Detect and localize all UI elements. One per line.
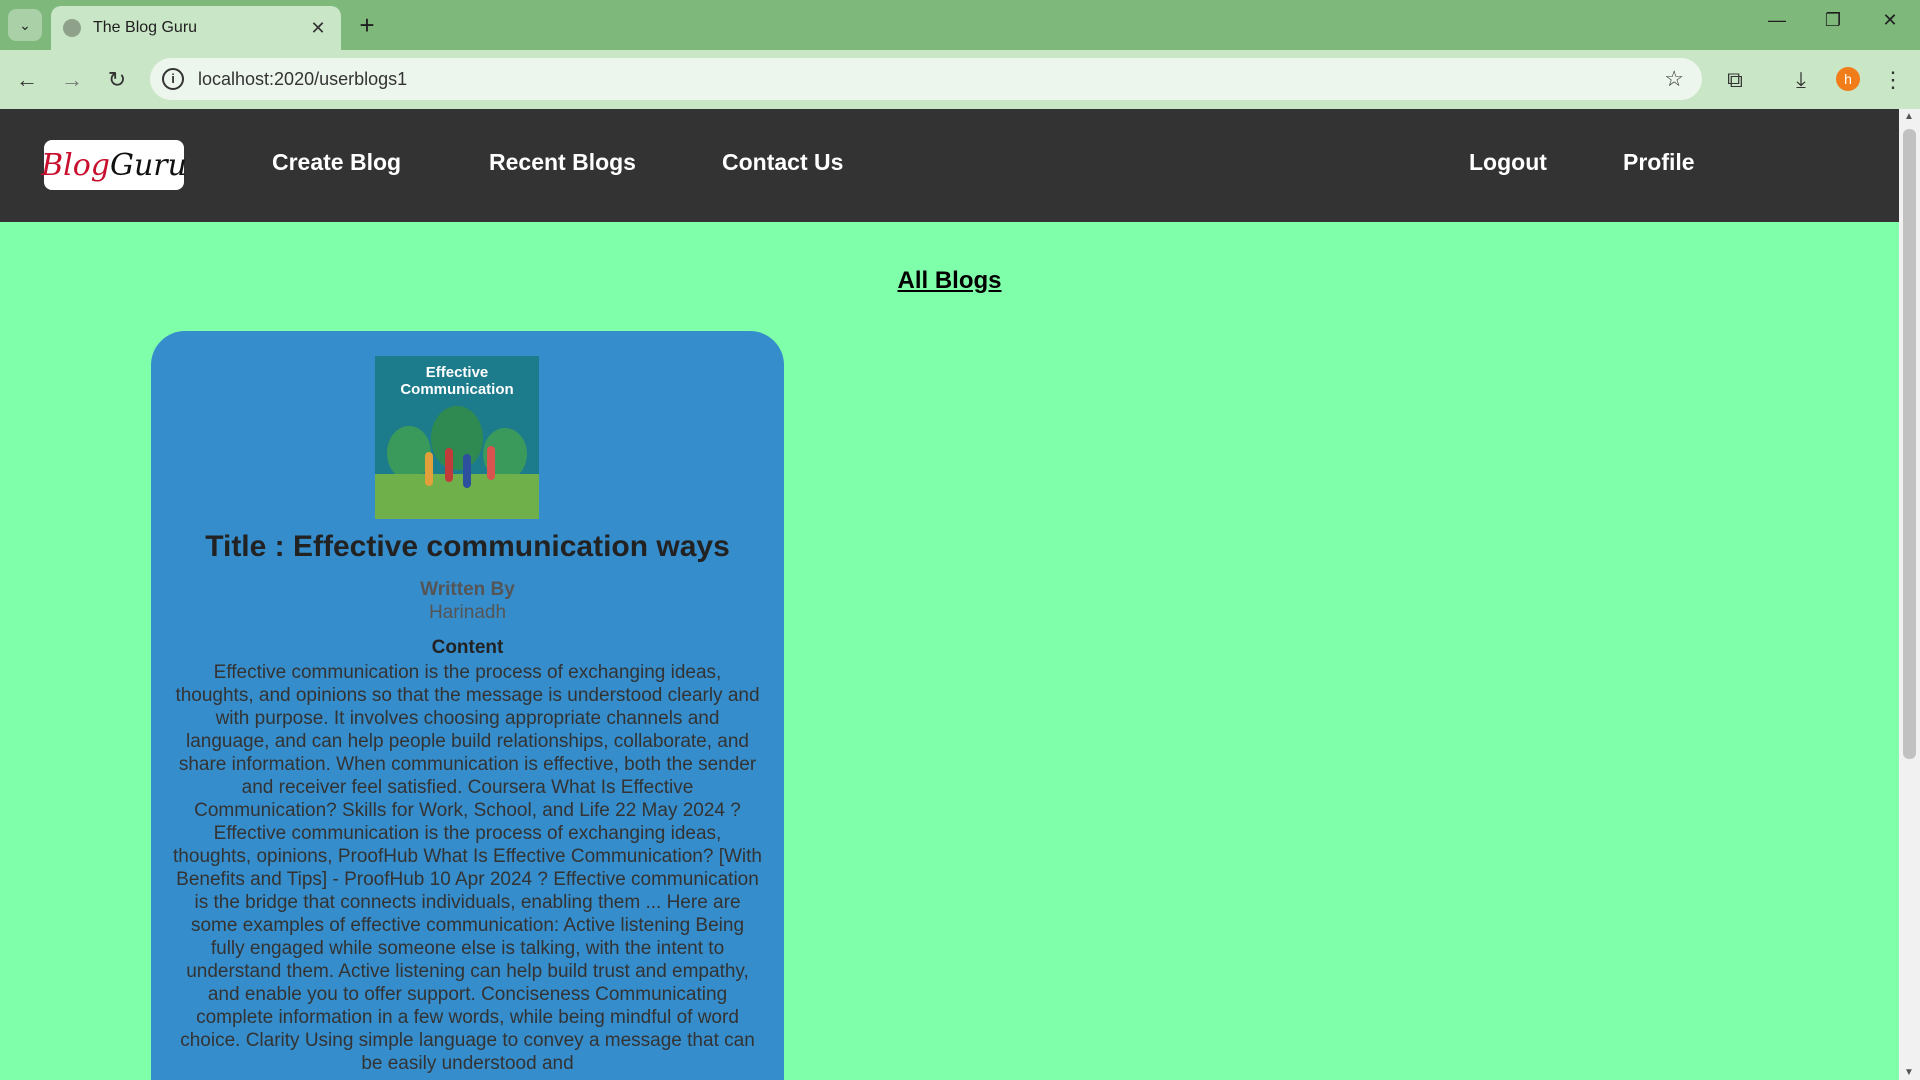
- forward-icon[interactable]: →: [55, 64, 89, 96]
- grass-shape: [375, 474, 539, 519]
- menu-icon[interactable]: ⋮: [1876, 64, 1910, 96]
- restore-icon[interactable]: ❐: [1813, 10, 1853, 31]
- tab-search-button[interactable]: ⌄: [8, 9, 42, 41]
- blog-image: Effective Communication: [375, 356, 539, 519]
- logo-text-blog: Blog: [41, 147, 110, 183]
- url-text[interactable]: localhost:2020/userblogs1: [198, 69, 1664, 90]
- site-navbar: Blog Guru Create Blog Recent Blogs Contac…: [0, 109, 1899, 222]
- browser-tab[interactable]: The Blog Guru ✕: [51, 6, 341, 50]
- page-heading: All Blogs: [897, 267, 1002, 294]
- scroll-up-icon[interactable]: ▲: [1904, 111, 1914, 122]
- chevron-down-icon: ⌄: [19, 16, 31, 33]
- nav-contact-us[interactable]: Contact Us: [722, 149, 843, 176]
- extensions-icon[interactable]: ⧉: [1718, 64, 1752, 96]
- nav-create-blog[interactable]: Create Blog: [272, 149, 401, 176]
- scroll-down-icon[interactable]: ▼: [1904, 1067, 1914, 1078]
- tree-shape: [431, 406, 483, 470]
- blog-content: Effective communication is the process o…: [173, 662, 762, 1074]
- nav-logout[interactable]: Logout: [1469, 149, 1547, 176]
- blog-image-caption: Effective Communication: [400, 364, 514, 398]
- browser-tab-bar: ⌄ The Blog Guru ✕ + — ❐ ✕: [0, 0, 1920, 50]
- nav-profile[interactable]: Profile: [1623, 149, 1695, 176]
- browser-toolbar: ← → ↻ i localhost:2020/userblogs1 ☆ ⧉ ⤓ …: [0, 50, 1920, 109]
- logo-text-guru: Guru: [109, 147, 187, 183]
- blog-card: Effective Communication Title : Effectiv…: [151, 331, 784, 1080]
- close-tab-icon[interactable]: ✕: [307, 18, 329, 39]
- content-label: Content: [431, 637, 504, 658]
- new-tab-button[interactable]: +: [352, 10, 382, 40]
- address-bar[interactable]: i localhost:2020/userblogs1 ☆: [150, 58, 1702, 100]
- person-figure: [487, 446, 495, 480]
- nav-recent-blogs[interactable]: Recent Blogs: [489, 149, 636, 176]
- person-figure: [463, 454, 471, 488]
- blog-title: Title : Effective communication ways: [205, 530, 730, 563]
- back-icon[interactable]: ←: [10, 64, 44, 96]
- page-viewport: Blog Guru Create Blog Recent Blogs Contac…: [0, 109, 1899, 1080]
- minimize-icon[interactable]: —: [1757, 10, 1797, 31]
- person-figure: [445, 448, 453, 482]
- person-figure: [425, 452, 433, 486]
- page-scrollbar[interactable]: ▲ ▼: [1899, 109, 1920, 1080]
- bookmark-star-icon[interactable]: ☆: [1664, 66, 1684, 92]
- profile-avatar[interactable]: h: [1836, 67, 1860, 91]
- written-by-label: Written By: [420, 579, 515, 600]
- close-window-icon[interactable]: ✕: [1870, 10, 1910, 31]
- download-icon[interactable]: ⤓: [1784, 64, 1818, 96]
- scrollbar-thumb[interactable]: [1903, 129, 1916, 759]
- reload-icon[interactable]: ↻: [100, 64, 134, 96]
- blog-author: Harinadh: [428, 602, 507, 623]
- site-info-icon[interactable]: i: [162, 68, 184, 90]
- globe-icon: [63, 19, 81, 37]
- site-logo[interactable]: Blog Guru: [41, 140, 187, 190]
- tab-title: The Blog Guru: [93, 19, 198, 36]
